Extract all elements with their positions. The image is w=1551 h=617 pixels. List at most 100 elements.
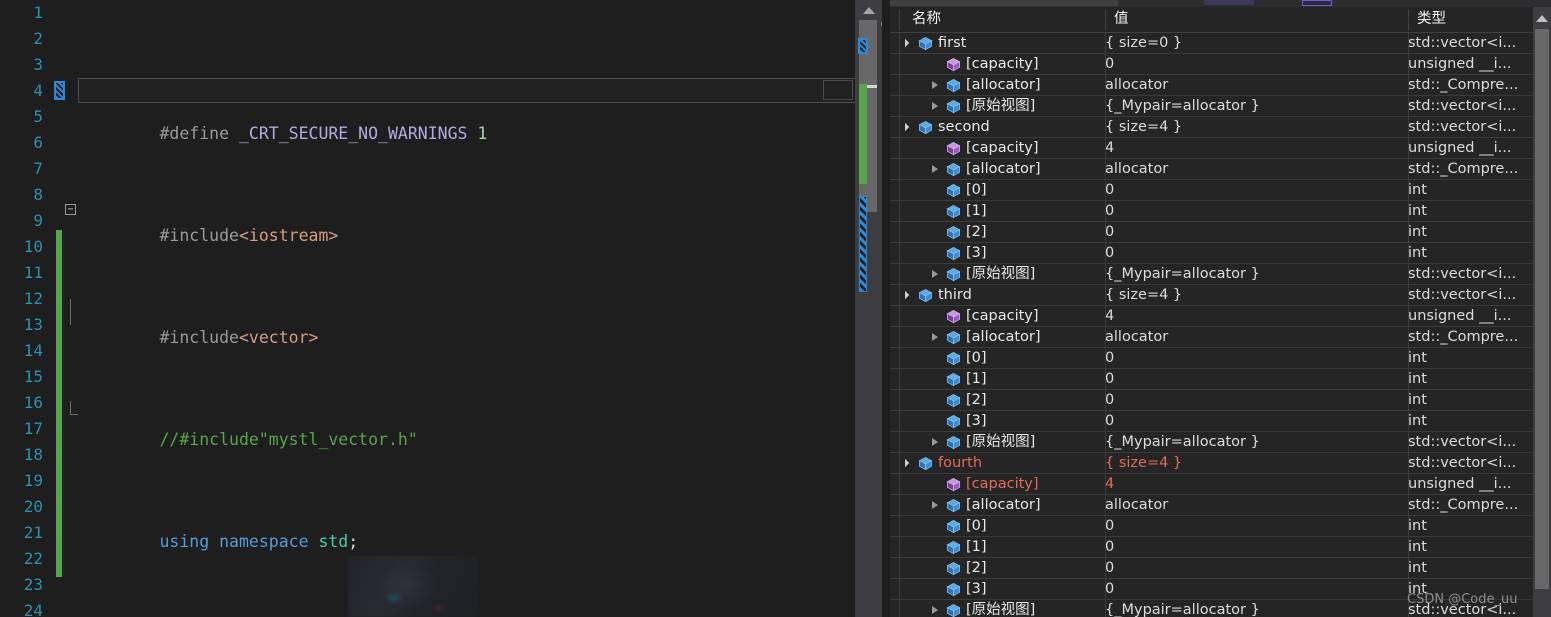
watch-row[interactable]: [原始视图] {_Mypair=allocator } std::vector<i.… — [890, 432, 1533, 453]
column-divider[interactable] — [1105, 33, 1106, 617]
watch-row-value[interactable]: 0 — [1105, 201, 1114, 222]
watch-row-value[interactable]: {_Mypair=allocator } — [1105, 96, 1260, 117]
expand-collapse-closed-icon[interactable] — [930, 438, 939, 447]
watch-row-value[interactable]: 0 — [1105, 537, 1114, 558]
watch-row-name: [0] — [966, 518, 987, 534]
watch-row[interactable]: [1] 0 int — [890, 201, 1533, 222]
watch-row[interactable]: [2] 0 int — [890, 558, 1533, 579]
watch-row[interactable]: first { size=0 } std::vector<i... — [890, 33, 1533, 54]
watch-row[interactable]: fourth { size=4 } std::vector<i... — [890, 453, 1533, 474]
watch-row[interactable]: [1] 0 int — [890, 369, 1533, 390]
watch-row-value[interactable]: 0 — [1105, 579, 1114, 600]
expand-collapse-open-icon[interactable] — [902, 459, 911, 468]
cube-purple-icon — [946, 141, 961, 156]
editor-scrollbar[interactable] — [823, 0, 882, 617]
watch-scrollbar[interactable] — [1533, 7, 1551, 617]
watch-rows-container[interactable]: first{ size=0 } std::vector<i...[capacity… — [890, 33, 1533, 617]
watch-scrollbar-thumb[interactable] — [1535, 29, 1549, 589]
watch-row[interactable]: [原始视图] {_Mypair=allocator } std::vector<i.… — [890, 264, 1533, 285]
watch-row-value[interactable]: { size=4 } — [1105, 117, 1182, 138]
watch-row-value[interactable]: { size=4 } — [1105, 285, 1182, 306]
watch-row[interactable]: [capacity] 4 unsigned __i... — [890, 306, 1533, 327]
watch-scroll-up-arrow-icon[interactable] — [1536, 15, 1548, 22]
column-header-value[interactable]: 值 — [1114, 7, 1129, 32]
watch-row-value[interactable]: 0 — [1105, 54, 1114, 75]
watch-row-value[interactable]: { size=0 } — [1105, 33, 1182, 54]
watch-row[interactable]: [原始视图] {_Mypair=allocator } std::vector<i.… — [890, 600, 1533, 617]
expand-collapse-closed-icon[interactable] — [930, 81, 939, 90]
expand-collapse-open-icon[interactable] — [902, 123, 911, 132]
watch-row-value[interactable]: allocator — [1105, 75, 1168, 96]
watch-row-type: int — [1408, 350, 1427, 366]
watch-row-value[interactable]: 0 — [1105, 411, 1114, 432]
expand-collapse-closed-icon[interactable] — [930, 165, 939, 174]
code-editor[interactable]: 1 2 3 4 5 6 7 8 9 10 11 12 13 14 15 16 17 18 19 20 21 22 23 24 … — [0, 0, 882, 617]
watch-row-name: [1] — [966, 539, 987, 555]
watch-row-name: [原始视图] — [966, 602, 1036, 617]
expand-collapse-closed-icon[interactable] — [930, 270, 939, 279]
watch-row-type: unsigned __i... — [1408, 56, 1512, 72]
watch-row[interactable]: second { size=4 } std::vector<i... — [890, 117, 1533, 138]
cube-blue-icon — [946, 246, 961, 261]
watch-row[interactable]: [0] 0 int — [890, 180, 1533, 201]
line-number: 14 — [23, 341, 43, 360]
watch-row[interactable]: [capacity] 4 unsigned __i... — [890, 474, 1533, 495]
watch-row-value[interactable]: 4 — [1105, 138, 1114, 159]
column-divider[interactable] — [899, 33, 900, 617]
watch-row-value[interactable]: allocator — [1105, 495, 1168, 516]
watch-row-value[interactable]: {_Mypair=allocator } — [1105, 600, 1260, 617]
code-text-area[interactable]: #define _CRT_SECURE_NO_WARNINGS 1 − #incl… — [62, 0, 882, 617]
line-number: 20 — [23, 497, 43, 516]
expand-collapse-closed-icon[interactable] — [930, 501, 939, 510]
watch-row-value[interactable]: {_Mypair=allocator } — [1105, 432, 1260, 453]
watch-row[interactable]: [allocator] allocator std::_Compre... — [890, 327, 1533, 348]
watch-row-value[interactable]: 4 — [1105, 306, 1114, 327]
watch-row[interactable]: third { size=4 } std::vector<i... — [890, 285, 1533, 306]
watch-row-type: std::_Compre... — [1408, 497, 1519, 513]
line-number: 21 — [23, 523, 43, 542]
watch-row-value[interactable]: 0 — [1105, 222, 1114, 243]
debug-locals-panel[interactable]: 名称 值 类型 first{ size=0 } std::vector<i...[… — [890, 0, 1551, 617]
watch-row-value[interactable]: 0 — [1105, 390, 1114, 411]
watch-row[interactable]: [3] 0 int — [890, 411, 1533, 432]
watch-row-value[interactable]: { size=4 } — [1105, 453, 1182, 474]
watch-row-value[interactable]: 0 — [1105, 348, 1114, 369]
watch-row-value[interactable]: 0 — [1105, 516, 1114, 537]
watch-row[interactable]: [capacity] 0 unsigned __i... — [890, 54, 1533, 75]
watch-row[interactable]: [allocator] allocator std::_Compre... — [890, 159, 1533, 180]
watch-row-value[interactable]: 0 — [1105, 243, 1114, 264]
watch-row-value[interactable]: 0 — [1105, 369, 1114, 390]
watch-row-value[interactable]: allocator — [1105, 159, 1168, 180]
watch-row[interactable]: [0] 0 int — [890, 516, 1533, 537]
watch-row[interactable]: [allocator] allocator std::_Compre... — [890, 75, 1533, 96]
expand-collapse-closed-icon[interactable] — [930, 102, 939, 111]
expand-collapse-closed-icon[interactable] — [930, 333, 939, 342]
watch-row[interactable]: [原始视图] {_Mypair=allocator } std::vector<i.… — [890, 96, 1533, 117]
watch-row[interactable]: [capacity] 4 unsigned __i... — [890, 138, 1533, 159]
watch-row-value[interactable]: 0 — [1105, 558, 1114, 579]
column-header-name[interactable]: 名称 — [912, 7, 941, 32]
watch-row[interactable]: [2] 0 int — [890, 390, 1533, 411]
watch-row-value[interactable]: {_Mypair=allocator } — [1105, 264, 1260, 285]
watch-row[interactable]: [2] 0 int — [890, 222, 1533, 243]
watch-row-type: std::vector<i... — [1408, 98, 1517, 114]
vs-debug-window: 1 2 3 4 5 6 7 8 9 10 11 12 13 14 15 16 17 18 19 20 21 22 23 24 … — [0, 0, 1551, 617]
column-header-type[interactable]: 类型 — [1417, 7, 1446, 32]
expand-collapse-open-icon[interactable] — [902, 291, 911, 300]
scroll-up-arrow-icon[interactable] — [863, 7, 875, 14]
watch-row[interactable]: [1] 0 int — [890, 537, 1533, 558]
fold-minus-icon[interactable]: − — [65, 204, 76, 215]
watch-row[interactable]: [0] 0 int — [890, 348, 1533, 369]
expand-collapse-open-icon[interactable] — [902, 39, 911, 48]
toolbar-fragment-right — [1302, 0, 1332, 6]
watch-row-type: std::vector<i... — [1408, 266, 1517, 282]
watch-row[interactable]: [allocator] allocator std::_Compre... — [890, 495, 1533, 516]
watch-row-value[interactable]: 4 — [1105, 474, 1114, 495]
column-divider[interactable] — [1408, 33, 1409, 617]
watch-row-value[interactable]: allocator — [1105, 327, 1168, 348]
scrollbar-bookmark-icon[interactable] — [858, 38, 868, 54]
watch-row-value[interactable]: 0 — [1105, 180, 1114, 201]
expand-collapse-closed-icon[interactable] — [930, 606, 939, 615]
watch-row[interactable]: [3] 0 int — [890, 579, 1533, 600]
watch-row[interactable]: [3] 0 int — [890, 243, 1533, 264]
